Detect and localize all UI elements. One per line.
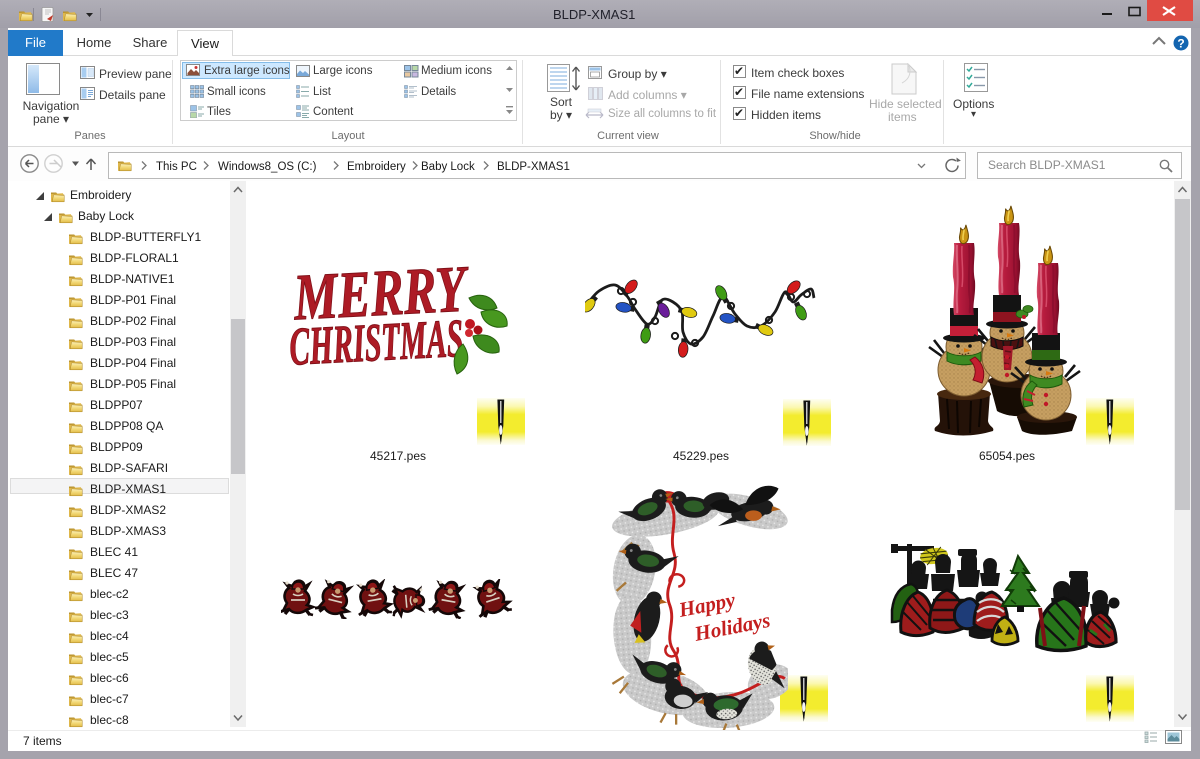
- svg-text:Baby Lock: Baby Lock: [421, 161, 475, 173]
- svg-text:CHRISTMAS: CHRISTMAS: [288, 308, 465, 377]
- svg-text:?: ?: [1177, 37, 1184, 51]
- svg-text:BLDP-XMAS1: BLDP-XMAS1: [497, 161, 570, 173]
- svg-text:Windows8_OS (C:): Windows8_OS (C:): [218, 161, 317, 173]
- svg-text:This PC: This PC: [156, 161, 197, 173]
- svg-text:Embroidery: Embroidery: [347, 161, 406, 173]
